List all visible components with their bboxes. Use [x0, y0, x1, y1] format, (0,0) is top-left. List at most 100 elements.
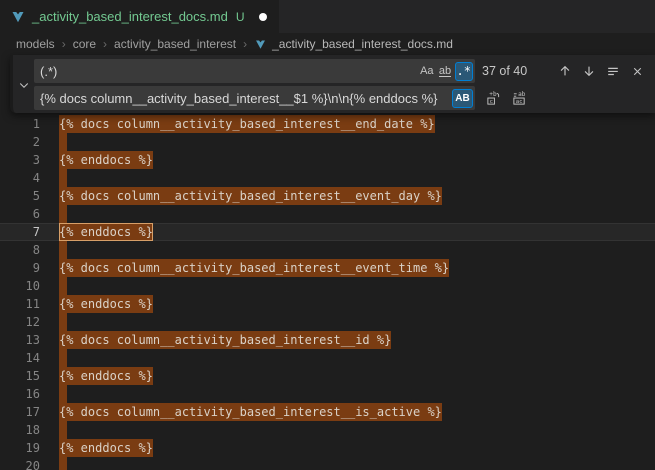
- tab-active-file[interactable]: _activity_based_interest_docs.md U: [0, 0, 279, 33]
- git-status-badge: U: [236, 10, 245, 24]
- svg-text:ac: ac: [515, 99, 522, 105]
- tab-bar: _activity_based_interest_docs.md U: [0, 0, 655, 33]
- find-row: Aa ab .* 37 of 40: [34, 59, 647, 83]
- close-icon[interactable]: [627, 61, 647, 81]
- replace-input[interactable]: [34, 86, 475, 110]
- breadcrumb-file[interactable]: _activity_based_interest_docs.md: [254, 37, 453, 51]
- code-line[interactable]: 13 {% docs column__activity_based_intere…: [0, 331, 655, 349]
- line-text: [59, 277, 67, 295]
- line-text: [59, 457, 67, 470]
- line-text: {% enddocs %}: [59, 367, 153, 385]
- replace-row: AB +b c ab: [34, 86, 647, 110]
- line-number: 4: [0, 169, 40, 187]
- line-number: 3: [0, 151, 40, 169]
- whole-word-label: ab: [439, 66, 451, 77]
- line-text: {% docs column__activity_based_interest_…: [59, 259, 449, 277]
- search-input[interactable]: [34, 59, 475, 83]
- line-number: 18: [0, 421, 40, 439]
- line-number: 9: [0, 259, 40, 277]
- next-match-button[interactable]: [579, 61, 599, 81]
- code-line[interactable]: 4: [0, 169, 655, 187]
- line-text: {% docs column__activity_based_interest_…: [59, 187, 442, 205]
- line-number: 16: [0, 385, 40, 403]
- code-line[interactable]: 8: [0, 241, 655, 259]
- code-line[interactable]: 19 {% enddocs %}: [0, 439, 655, 457]
- code-line[interactable]: 16: [0, 385, 655, 403]
- breadcrumb-segment-folder[interactable]: activity_based_interest: [114, 37, 236, 51]
- svg-text:ab: ab: [518, 91, 526, 98]
- line-text: {% docs column__activity_based_interest_…: [59, 403, 442, 421]
- regex-label: .*: [457, 64, 471, 78]
- line-number: 19: [0, 439, 40, 457]
- line-number: 1: [0, 115, 40, 133]
- match-count: 37 of 40: [482, 64, 527, 78]
- code-line[interactable]: 17 {% docs column__activity_based_intere…: [0, 403, 655, 421]
- chevron-right-icon: ›: [243, 37, 247, 51]
- whole-word-toggle[interactable]: ab: [437, 62, 454, 81]
- match-case-label: Aa: [420, 65, 433, 77]
- line-text: {% enddocs %}: [59, 439, 153, 457]
- line-text: {% enddocs %}: [59, 223, 153, 241]
- markdown-icon: [254, 38, 267, 51]
- unsaved-dot-icon[interactable]: [259, 13, 267, 21]
- line-number: 12: [0, 313, 40, 331]
- line-text: [59, 349, 67, 367]
- find-replace-widget: Aa ab .* 37 of 40: [10, 55, 655, 113]
- line-number: 11: [0, 295, 40, 313]
- line-text: {% enddocs %}: [59, 295, 153, 313]
- line-text: {% docs column__activity_based_interest_…: [59, 331, 391, 349]
- tab-filename: _activity_based_interest_docs.md: [32, 9, 228, 24]
- code-line[interactable]: 2: [0, 133, 655, 151]
- line-text: [59, 133, 67, 151]
- line-number: 17: [0, 403, 40, 421]
- editor-lines: 1 {% docs column__activity_based_interes…: [0, 115, 655, 470]
- svg-text:+b: +b: [489, 91, 497, 98]
- toggle-replace-chevron-down-icon[interactable]: [13, 59, 34, 110]
- regex-toggle[interactable]: .*: [455, 62, 473, 81]
- editor[interactable]: Aa ab .* 37 of 40: [0, 55, 655, 470]
- code-line[interactable]: 12: [0, 313, 655, 331]
- breadcrumb-segment-core[interactable]: core: [73, 37, 96, 51]
- breadcrumb-segment-models[interactable]: models: [16, 37, 55, 51]
- line-number: 2: [0, 133, 40, 151]
- previous-match-button[interactable]: [555, 61, 575, 81]
- line-text: [59, 421, 67, 439]
- code-line[interactable]: 11 {% enddocs %}: [0, 295, 655, 313]
- code-line[interactable]: 3 {% enddocs %}: [0, 151, 655, 169]
- line-number: 7: [0, 223, 40, 241]
- code-line[interactable]: 14: [0, 349, 655, 367]
- code-line[interactable]: 18: [0, 421, 655, 439]
- code-line[interactable]: 5 {% docs column__activity_based_interes…: [0, 187, 655, 205]
- line-text: [59, 241, 67, 259]
- code-line[interactable]: 7 {% enddocs %}: [0, 223, 655, 241]
- line-number: 13: [0, 331, 40, 349]
- line-number: 10: [0, 277, 40, 295]
- line-number: 5: [0, 187, 40, 205]
- replace-all-button[interactable]: ab ac: [509, 88, 529, 108]
- code-line[interactable]: 6: [0, 205, 655, 223]
- code-line[interactable]: 9 {% docs column__activity_based_interes…: [0, 259, 655, 277]
- line-number: 20: [0, 457, 40, 470]
- line-number: 6: [0, 205, 40, 223]
- match-case-toggle[interactable]: Aa: [418, 62, 435, 81]
- breadcrumb-file-label: _activity_based_interest_docs.md: [272, 37, 453, 51]
- line-text: [59, 313, 67, 331]
- line-text: [59, 169, 67, 187]
- line-number: 8: [0, 241, 40, 259]
- line-text: {% docs column__activity_based_interest_…: [59, 115, 435, 133]
- breadcrumb: models › core › activity_based_interest …: [0, 33, 655, 55]
- find-in-selection-button[interactable]: [603, 61, 623, 81]
- code-line[interactable]: 1 {% docs column__activity_based_interes…: [0, 115, 655, 133]
- chevron-right-icon: ›: [103, 37, 107, 51]
- code-line[interactable]: 15 {% enddocs %}: [0, 367, 655, 385]
- preserve-case-toggle[interactable]: AB: [452, 89, 473, 108]
- line-text: [59, 205, 67, 223]
- svg-text:c: c: [489, 99, 492, 105]
- code-line[interactable]: 10: [0, 277, 655, 295]
- preserve-case-label: AB: [455, 93, 469, 104]
- line-number: 14: [0, 349, 40, 367]
- code-line[interactable]: 20: [0, 457, 655, 470]
- replace-button[interactable]: +b c: [483, 88, 503, 108]
- line-text: {% enddocs %}: [59, 151, 153, 169]
- line-text: [59, 385, 67, 403]
